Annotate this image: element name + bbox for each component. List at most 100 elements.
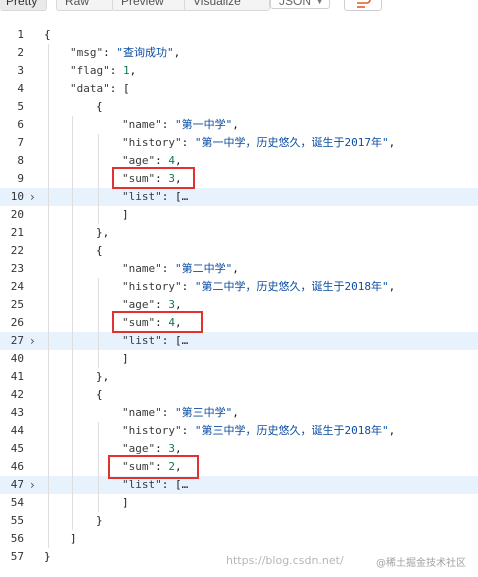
- watermark-url: https://blog.csdn.net/: [226, 554, 344, 567]
- json-punct: ]: [122, 352, 129, 365]
- json-key: "name": [122, 262, 162, 275]
- chevron-right-icon[interactable]: ›: [30, 476, 35, 494]
- line-number: 21: [10, 226, 24, 239]
- json-number: 4: [168, 154, 175, 167]
- code-text: "list": […: [122, 188, 188, 206]
- json-key: "data": [70, 82, 110, 95]
- json-punct: ,: [232, 262, 239, 275]
- line-number: 9: [17, 172, 24, 185]
- json-punct: ,: [388, 424, 396, 437]
- json-punct: …: [181, 478, 189, 491]
- json-number: 1: [123, 64, 130, 77]
- tab-raw[interactable]: Raw: [56, 0, 114, 11]
- tab-visualize[interactable]: Visualize: [184, 0, 270, 11]
- json-string: "第三中学，历史悠久，诞生于2018年": [194, 424, 389, 437]
- line-number: 24: [10, 280, 24, 293]
- json-punct: :: [109, 64, 123, 77]
- chevron-down-icon: ▼: [315, 0, 324, 6]
- json-punct: {: [96, 388, 103, 401]
- json-key: "list": [122, 478, 162, 491]
- json-punct: ,: [232, 118, 239, 131]
- json-punct: },: [96, 226, 110, 239]
- code-text: ]: [70, 530, 77, 548]
- code-text: "list": […: [122, 332, 188, 350]
- code-text: {: [96, 98, 103, 116]
- json-key: "history": [122, 280, 182, 293]
- format-select[interactable]: JSON ▼: [270, 0, 330, 9]
- json-punct: :: [103, 46, 117, 59]
- line-number: 47: [10, 478, 24, 491]
- json-punct: {: [44, 28, 51, 41]
- line-number: 44: [10, 424, 24, 437]
- json-key: "msg": [70, 46, 104, 59]
- indent-guide: [48, 44, 49, 548]
- json-punct: :: [155, 298, 169, 311]
- json-punct: ,: [388, 280, 396, 293]
- chevron-right-icon[interactable]: ›: [30, 188, 35, 206]
- json-punct: ,: [175, 298, 182, 311]
- json-key: "age": [122, 154, 156, 167]
- json-key: "age": [122, 298, 156, 311]
- line-number: 8: [17, 154, 24, 167]
- code-text: ]: [122, 494, 129, 512]
- json-key: "history": [122, 424, 182, 437]
- line-number: 5: [17, 100, 24, 113]
- line-number: 54: [10, 496, 24, 509]
- code-text: "name": "第一中学",: [122, 116, 239, 134]
- line-number: 4: [17, 82, 24, 95]
- line-number: 26: [10, 316, 24, 329]
- line-number: 27: [10, 334, 24, 347]
- json-punct: {: [96, 100, 103, 113]
- code-line: 4 "data": [: [0, 80, 478, 98]
- json-punct: :: [161, 262, 175, 275]
- json-punct: ,: [232, 406, 239, 419]
- line-number: 42: [10, 388, 24, 401]
- tab-preview[interactable]: Preview: [112, 0, 190, 11]
- sum-annotation-box: [112, 167, 195, 189]
- json-punct: : [: [109, 82, 130, 95]
- tab-pretty[interactable]: Pretty: [0, 0, 47, 11]
- line-number: 22: [10, 244, 24, 257]
- code-text: "history": "第三中学，历史悠久，诞生于2018年",: [122, 422, 395, 440]
- response-toolbar: Pretty Raw Preview Visualize JSON ▼: [0, 0, 478, 20]
- sum-annotation-box: [112, 311, 203, 333]
- json-key: "history": [122, 136, 182, 149]
- json-string: "第一中学": [175, 118, 233, 131]
- line-number: 57: [10, 550, 24, 563]
- indent-guide: [72, 116, 73, 530]
- json-punct: }: [44, 550, 51, 563]
- json-punct: :: [161, 118, 175, 131]
- code-line: 56]: [0, 530, 478, 548]
- json-punct: :: [155, 154, 169, 167]
- code-text: "name": "第三中学",: [122, 404, 239, 422]
- json-string: "第一中学，历史悠久，诞生于2017年": [194, 136, 389, 149]
- code-line: 1{: [0, 26, 478, 44]
- code-text: "history": "第二中学，历史悠久，诞生于2018年",: [122, 278, 395, 296]
- json-string: "第二中学，历史悠久，诞生于2018年": [194, 280, 389, 293]
- code-text: },: [96, 368, 109, 386]
- code-text: {: [96, 242, 103, 260]
- line-number: 3: [17, 64, 24, 77]
- line-number: 43: [10, 406, 24, 419]
- wrap-lines-button[interactable]: [344, 0, 382, 11]
- chevron-right-icon[interactable]: ›: [30, 332, 35, 350]
- json-punct: : [: [161, 478, 182, 491]
- line-number: 10: [10, 190, 24, 203]
- line-number: 25: [10, 298, 24, 311]
- line-number: 6: [17, 118, 24, 131]
- code-text: ]: [122, 206, 129, 224]
- line-number: 20: [10, 208, 24, 221]
- json-punct: ]: [70, 532, 77, 545]
- json-punct: :: [181, 280, 195, 293]
- json-key: "name": [122, 118, 162, 131]
- watermark-brand: @稀土掘金技术社区: [376, 558, 466, 569]
- code-line: 5{: [0, 98, 478, 116]
- json-punct: …: [181, 190, 189, 203]
- json-punct: …: [181, 334, 189, 347]
- indent-guide: [98, 134, 99, 224]
- json-string: "查询成功": [116, 46, 174, 59]
- json-punct: ]: [122, 208, 129, 221]
- json-punct: ,: [129, 64, 137, 77]
- line-number: 55: [10, 514, 24, 527]
- line-number: 41: [10, 370, 24, 383]
